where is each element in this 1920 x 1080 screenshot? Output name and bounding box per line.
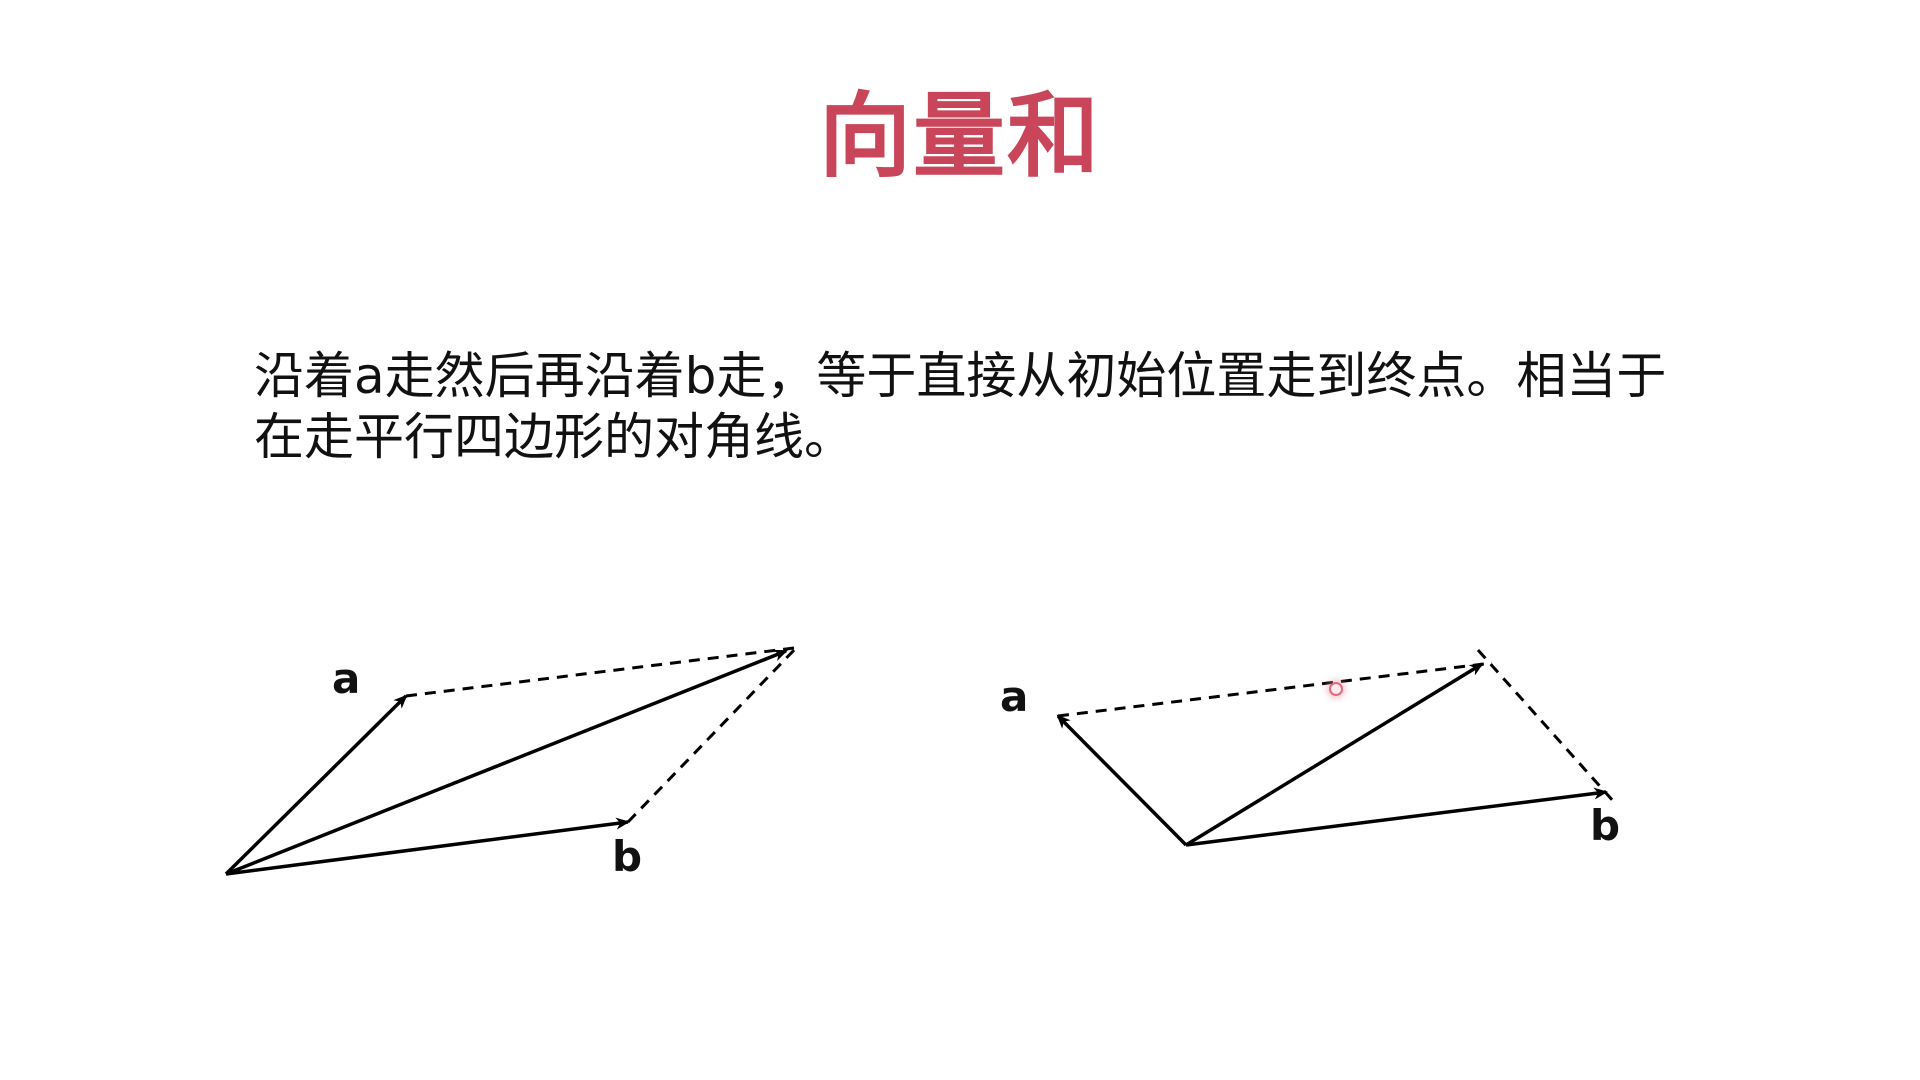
- right-dashed-right: [1476, 648, 1616, 804]
- left-vector-b: [225, 817, 630, 876]
- pointer-cursor-dot: [1329, 682, 1343, 696]
- diagram-right: a b: [1000, 648, 1620, 850]
- right-vector-a: [1056, 714, 1188, 847]
- right-label-b: b: [1590, 801, 1620, 850]
- right-vector-b: [1185, 787, 1608, 847]
- left-label-b: b: [612, 832, 642, 881]
- left-label-a: a: [332, 654, 360, 703]
- left-vector-a: [224, 694, 408, 876]
- right-label-a: a: [1000, 672, 1028, 721]
- diagram-left: a b: [224, 644, 800, 881]
- slide: 向量和 沿着a走然后再沿着b走，等于直接从初始位置走到终点。相当于 在走平行四边…: [0, 0, 1920, 1080]
- left-dashed-right: [626, 644, 800, 824]
- right-dashed-top: [1057, 661, 1493, 718]
- vector-addition-diagrams: a b a b: [224, 644, 1620, 881]
